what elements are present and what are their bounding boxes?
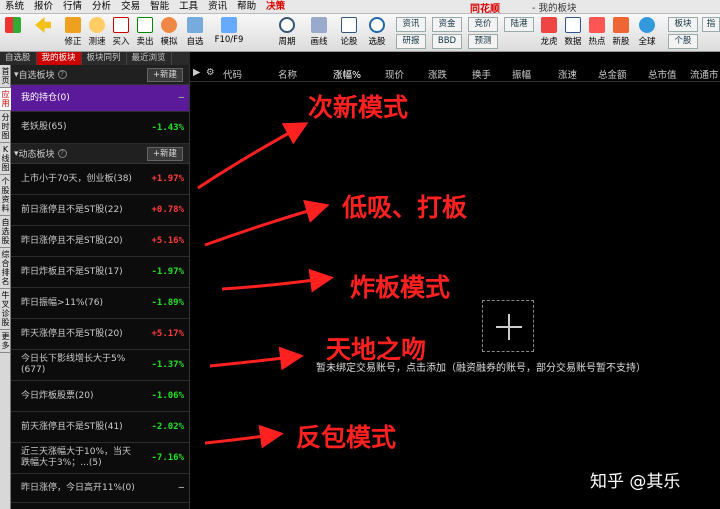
annotation-new-stock-mode: 次新模式 <box>308 93 409 122</box>
arrow-5 <box>204 424 284 449</box>
arrow-3 <box>221 268 334 293</box>
annotation-engulfing-mode: 反包模式 <box>296 423 397 452</box>
watermark: 知乎 @其乐 <box>590 472 681 492</box>
annotation-buy-low-mode: 低吸、打板 <box>342 193 468 222</box>
arrow-2 <box>204 199 330 247</box>
arrow-1 <box>197 122 309 190</box>
annotation-broken-limit-mode: 炸板模式 <box>350 273 451 302</box>
annotation-floor-to-ceiling-mode: 天地之吻 <box>326 335 427 364</box>
arrow-4 <box>209 346 304 371</box>
